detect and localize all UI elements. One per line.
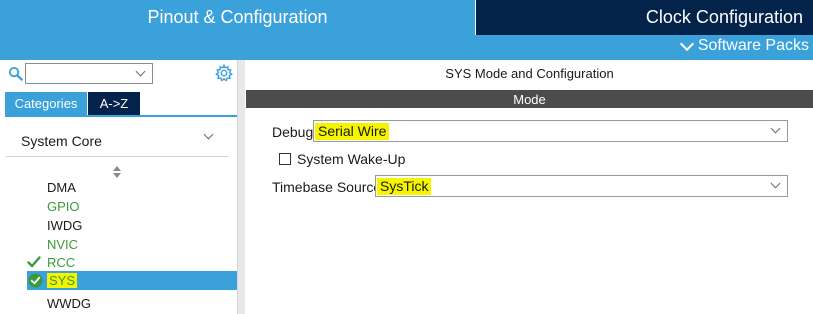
debug-select-value: Serial Wire: [315, 123, 390, 140]
list-item-iwdg[interactable]: IWDG: [47, 217, 82, 234]
sort-icon[interactable]: [113, 166, 121, 178]
mode-section-header: Mode: [246, 90, 813, 108]
chevron-down-icon[interactable]: [135, 66, 146, 77]
check-icon: [27, 256, 41, 268]
tab-pinout-configuration[interactable]: Pinout & Configuration: [0, 0, 475, 35]
panel-splitter[interactable]: [237, 60, 245, 314]
timebase-source-value: SysTick: [377, 178, 432, 195]
list-item-sys-label: SYS: [47, 273, 78, 288]
chevron-down-icon: [679, 36, 694, 51]
list-item-gpio[interactable]: GPIO: [47, 198, 80, 215]
tab-categories[interactable]: Categories: [5, 92, 87, 115]
software-packs-menu[interactable]: Software Packs: [679, 36, 809, 55]
chevron-down-icon: [770, 178, 781, 189]
timebase-source-label: Timebase Source: [272, 179, 382, 195]
category-label: System Core: [21, 133, 102, 149]
tabs-underline: [5, 115, 237, 117]
debug-label: Debug: [272, 124, 314, 140]
system-wakeup-label: System Wake-Up: [297, 151, 406, 167]
check-circle-icon: [28, 273, 43, 288]
search-input[interactable]: [26, 64, 126, 83]
list-item-sys[interactable]: SYS: [47, 272, 78, 289]
list-item-dma[interactable]: DMA: [47, 179, 76, 196]
tab-a-to-z[interactable]: A->Z: [88, 92, 140, 115]
list-item-wwdg[interactable]: WWDG: [47, 295, 91, 312]
tab-clock-configuration[interactable]: Clock Configuration: [476, 0, 813, 35]
search-combobox[interactable]: [25, 63, 153, 84]
chevron-down-icon: [770, 123, 781, 134]
chevron-down-icon[interactable]: [203, 129, 214, 140]
timebase-source-select[interactable]: SysTick: [375, 175, 788, 197]
list-item-rcc[interactable]: RCC: [47, 254, 75, 271]
debug-select[interactable]: Serial Wire: [313, 120, 788, 142]
software-packs-label: Software Packs: [697, 37, 809, 54]
gear-icon[interactable]: [215, 64, 233, 82]
page-title: SYS Mode and Configuration: [445, 66, 614, 81]
search-icon[interactable]: [8, 66, 23, 81]
system-wakeup-checkbox[interactable]: [279, 153, 291, 165]
list-item-nvic[interactable]: NVIC: [47, 236, 78, 253]
